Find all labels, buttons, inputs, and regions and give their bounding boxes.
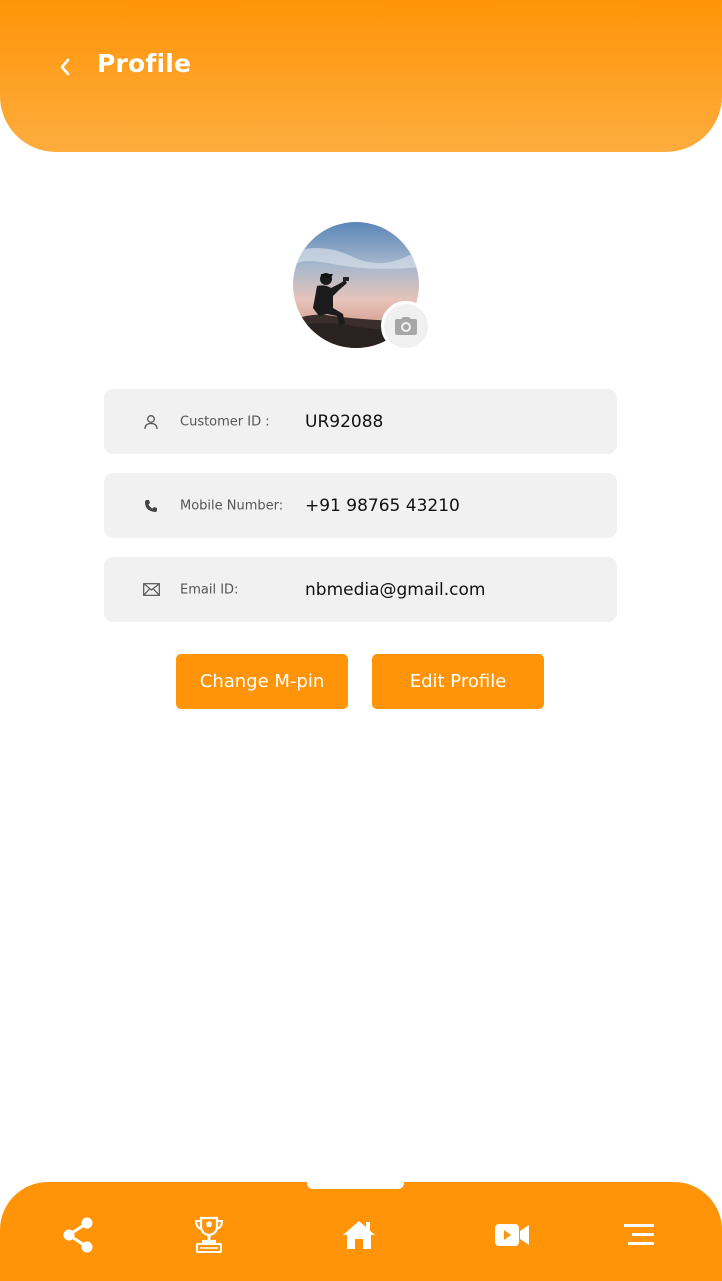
nav-notch bbox=[307, 1178, 404, 1189]
mobile-number-field: Mobile Number: +91 98765 43210 bbox=[104, 473, 617, 538]
nav-trophy[interactable] bbox=[186, 1212, 232, 1258]
nav-video[interactable] bbox=[489, 1212, 535, 1258]
camera-icon bbox=[395, 317, 417, 335]
email-value: nbmedia@gmail.com bbox=[305, 579, 486, 600]
customer-id-field: Customer ID : UR92088 bbox=[104, 389, 617, 454]
change-mpin-button[interactable]: Change M-pin bbox=[176, 654, 348, 709]
page-title: Profile bbox=[97, 49, 192, 78]
avatar-section bbox=[293, 222, 433, 352]
mail-icon bbox=[142, 581, 160, 599]
nav-home[interactable] bbox=[336, 1212, 382, 1258]
user-icon bbox=[142, 413, 160, 431]
customer-id-label: Customer ID : bbox=[180, 414, 270, 429]
back-button[interactable] bbox=[48, 50, 82, 84]
nav-share[interactable] bbox=[55, 1212, 101, 1258]
header-bar: Profile bbox=[0, 0, 722, 152]
mobile-number-value: +91 98765 43210 bbox=[305, 495, 460, 516]
menu-icon bbox=[624, 1224, 654, 1245]
phone-icon bbox=[142, 497, 160, 515]
share-icon bbox=[63, 1217, 93, 1253]
chevron-left-icon bbox=[60, 58, 70, 76]
home-icon bbox=[343, 1221, 375, 1249]
customer-id-value: UR92088 bbox=[305, 411, 384, 432]
trophy-icon bbox=[194, 1216, 224, 1253]
edit-profile-button[interactable]: Edit Profile bbox=[372, 654, 544, 709]
change-photo-button[interactable] bbox=[381, 301, 431, 351]
email-label: Email ID: bbox=[180, 582, 239, 597]
nav-menu[interactable] bbox=[616, 1212, 662, 1258]
email-field: Email ID: nbmedia@gmail.com bbox=[104, 557, 617, 622]
mobile-number-label: Mobile Number: bbox=[180, 498, 284, 513]
video-icon bbox=[495, 1224, 529, 1246]
